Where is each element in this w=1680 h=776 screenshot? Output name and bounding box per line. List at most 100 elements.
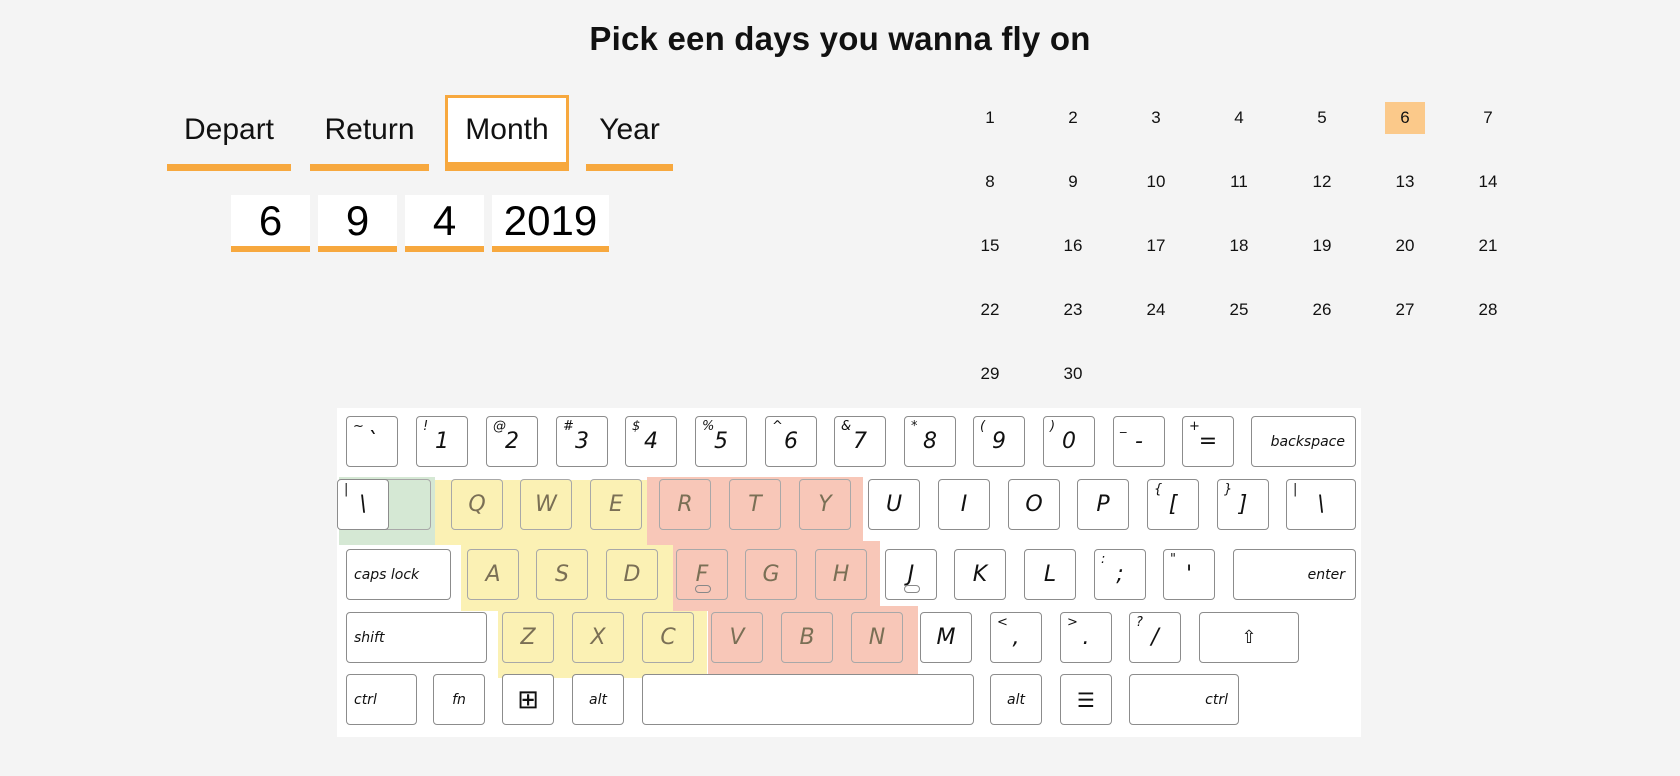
tab-year[interactable]: Year — [586, 95, 673, 171]
tab-month[interactable]: Month — [445, 95, 569, 171]
month-value-field[interactable]: 9 — [318, 195, 397, 252]
calendar-day-16[interactable]: 16 — [1053, 230, 1093, 262]
key-z[interactable]: Z — [502, 612, 554, 663]
key-=[interactable]: + = — [1182, 416, 1234, 467]
key-s[interactable]: S — [536, 549, 588, 600]
key-1[interactable]: ! 1 — [416, 416, 468, 467]
year-value-field[interactable]: 2019 — [492, 195, 609, 252]
key-menu[interactable]: ☰ — [1060, 674, 1112, 725]
calendar-day-25[interactable]: 25 — [1219, 294, 1259, 326]
key-label: O — [1025, 492, 1043, 517]
calendar-day-11[interactable]: 11 — [1219, 166, 1259, 198]
day-value-field[interactable]: 6 — [231, 195, 310, 252]
tab-return[interactable]: Return — [310, 95, 429, 171]
key-9[interactable]: (9 — [973, 416, 1025, 467]
key-fn[interactable]: fn — [433, 674, 485, 725]
key-j[interactable]: J — [885, 549, 937, 600]
calendar-day-1[interactable]: 1 — [970, 102, 1010, 134]
key-a[interactable]: A — [467, 549, 519, 600]
calendar-day-19[interactable]: 19 — [1302, 230, 1342, 262]
key-x[interactable]: X — [572, 612, 624, 663]
key-h[interactable]: H — [815, 549, 867, 600]
key-period[interactable]: >. — [1060, 612, 1112, 663]
calendar-day-3[interactable]: 3 — [1136, 102, 1176, 134]
calendar-day-4[interactable]: 4 — [1219, 102, 1259, 134]
key-caps-lock[interactable]: caps lock — [346, 549, 451, 600]
key-4[interactable]: $4 — [625, 416, 677, 467]
key-shift-left[interactable]: shift — [346, 612, 487, 663]
key-g[interactable]: G — [745, 549, 797, 600]
key-c[interactable]: C — [642, 612, 694, 663]
calendar-day-18[interactable]: 18 — [1219, 230, 1259, 262]
key-n[interactable]: N — [851, 612, 903, 663]
key-q[interactable]: Q — [451, 479, 503, 530]
key-backtick[interactable]: ~ ` — [346, 416, 398, 467]
key-i[interactable]: I — [938, 479, 990, 530]
key-u[interactable]: U — [868, 479, 920, 530]
calendar-day-7[interactable]: 7 — [1468, 102, 1508, 134]
tab-depart[interactable]: Depart — [167, 95, 291, 171]
key-7[interactable]: & 7 — [834, 416, 886, 467]
calendar-day-9[interactable]: 9 — [1053, 166, 1093, 198]
key-b[interactable]: B — [781, 612, 833, 663]
key-comma[interactable]: <, — [990, 612, 1042, 663]
calendar-day-29[interactable]: 29 — [970, 358, 1010, 390]
calendar-day-8[interactable]: 8 — [970, 166, 1010, 198]
hour-value-field[interactable]: 4 — [405, 195, 484, 252]
key-0[interactable]: ) 0 — [1043, 416, 1095, 467]
key-enter[interactable]: enter — [1233, 549, 1356, 600]
calendar-day-15[interactable]: 15 — [970, 230, 1010, 262]
calendar-day-13[interactable]: 13 — [1385, 166, 1425, 198]
key-backslash[interactable]: | \ — [1286, 479, 1356, 530]
key-6[interactable]: ^ 6 — [765, 416, 817, 467]
key-r[interactable]: R — [659, 479, 711, 530]
key-t[interactable]: T — [729, 479, 781, 530]
key-alt-left[interactable]: alt — [572, 674, 624, 725]
key-bracket-0[interactable]: {[ — [1147, 479, 1199, 530]
key-e[interactable]: E — [590, 479, 642, 530]
calendar-day-17[interactable]: 17 — [1136, 230, 1176, 262]
calendar-day-27[interactable]: 27 — [1385, 294, 1425, 326]
calendar-day-5[interactable]: 5 — [1302, 102, 1342, 134]
key-quote[interactable]: " ' — [1163, 549, 1215, 600]
key-slash[interactable]: ? / — [1129, 612, 1181, 663]
key-8[interactable]: * 8 — [904, 416, 956, 467]
key-d[interactable]: D — [606, 549, 658, 600]
key-f[interactable]: F — [676, 549, 728, 600]
calendar-day-23[interactable]: 23 — [1053, 294, 1093, 326]
calendar-day-22[interactable]: 22 — [970, 294, 1010, 326]
key-bracket-2[interactable]: | \ — [337, 479, 389, 530]
calendar-day-28[interactable]: 28 — [1468, 294, 1508, 326]
key-m[interactable]: M — [920, 612, 972, 663]
key-k[interactable]: K — [954, 549, 1006, 600]
calendar-day-6[interactable]: 6 — [1385, 102, 1425, 134]
key-y[interactable]: Y — [799, 479, 851, 530]
key-ctrl-right[interactable]: ctrl — [1129, 674, 1239, 725]
calendar-day-10[interactable]: 10 — [1136, 166, 1176, 198]
calendar-day-26[interactable]: 26 — [1302, 294, 1342, 326]
key-alt-right[interactable]: alt — [990, 674, 1042, 725]
calendar-day-24[interactable]: 24 — [1136, 294, 1176, 326]
calendar-day-2[interactable]: 2 — [1053, 102, 1093, 134]
key-v[interactable]: V — [711, 612, 763, 663]
key-windows[interactable]: ⊞ — [502, 674, 554, 725]
key-backspace[interactable]: backspace — [1251, 416, 1356, 467]
key-l[interactable]: L — [1024, 549, 1076, 600]
key-shift-right[interactable]: ⇧ — [1199, 612, 1299, 663]
key-w[interactable]: W — [520, 479, 572, 530]
calendar-day-12[interactable]: 12 — [1302, 166, 1342, 198]
key-ctrl-left[interactable]: ctrl — [346, 674, 417, 725]
key--[interactable]: _ - — [1113, 416, 1165, 467]
calendar-day-20[interactable]: 20 — [1385, 230, 1425, 262]
calendar-day-21[interactable]: 21 — [1468, 230, 1508, 262]
key-2[interactable]: @2 — [486, 416, 538, 467]
key-3[interactable]: #3 — [556, 416, 608, 467]
calendar-day-14[interactable]: 14 — [1468, 166, 1508, 198]
key-p[interactable]: P — [1077, 479, 1129, 530]
key-bracket-1[interactable]: }] — [1217, 479, 1269, 530]
key-o[interactable]: O — [1008, 479, 1060, 530]
key-space[interactable] — [642, 674, 974, 725]
calendar-day-30[interactable]: 30 — [1053, 358, 1093, 390]
key-semicolon[interactable]: :; — [1094, 549, 1146, 600]
key-5[interactable]: % 5 — [695, 416, 747, 467]
